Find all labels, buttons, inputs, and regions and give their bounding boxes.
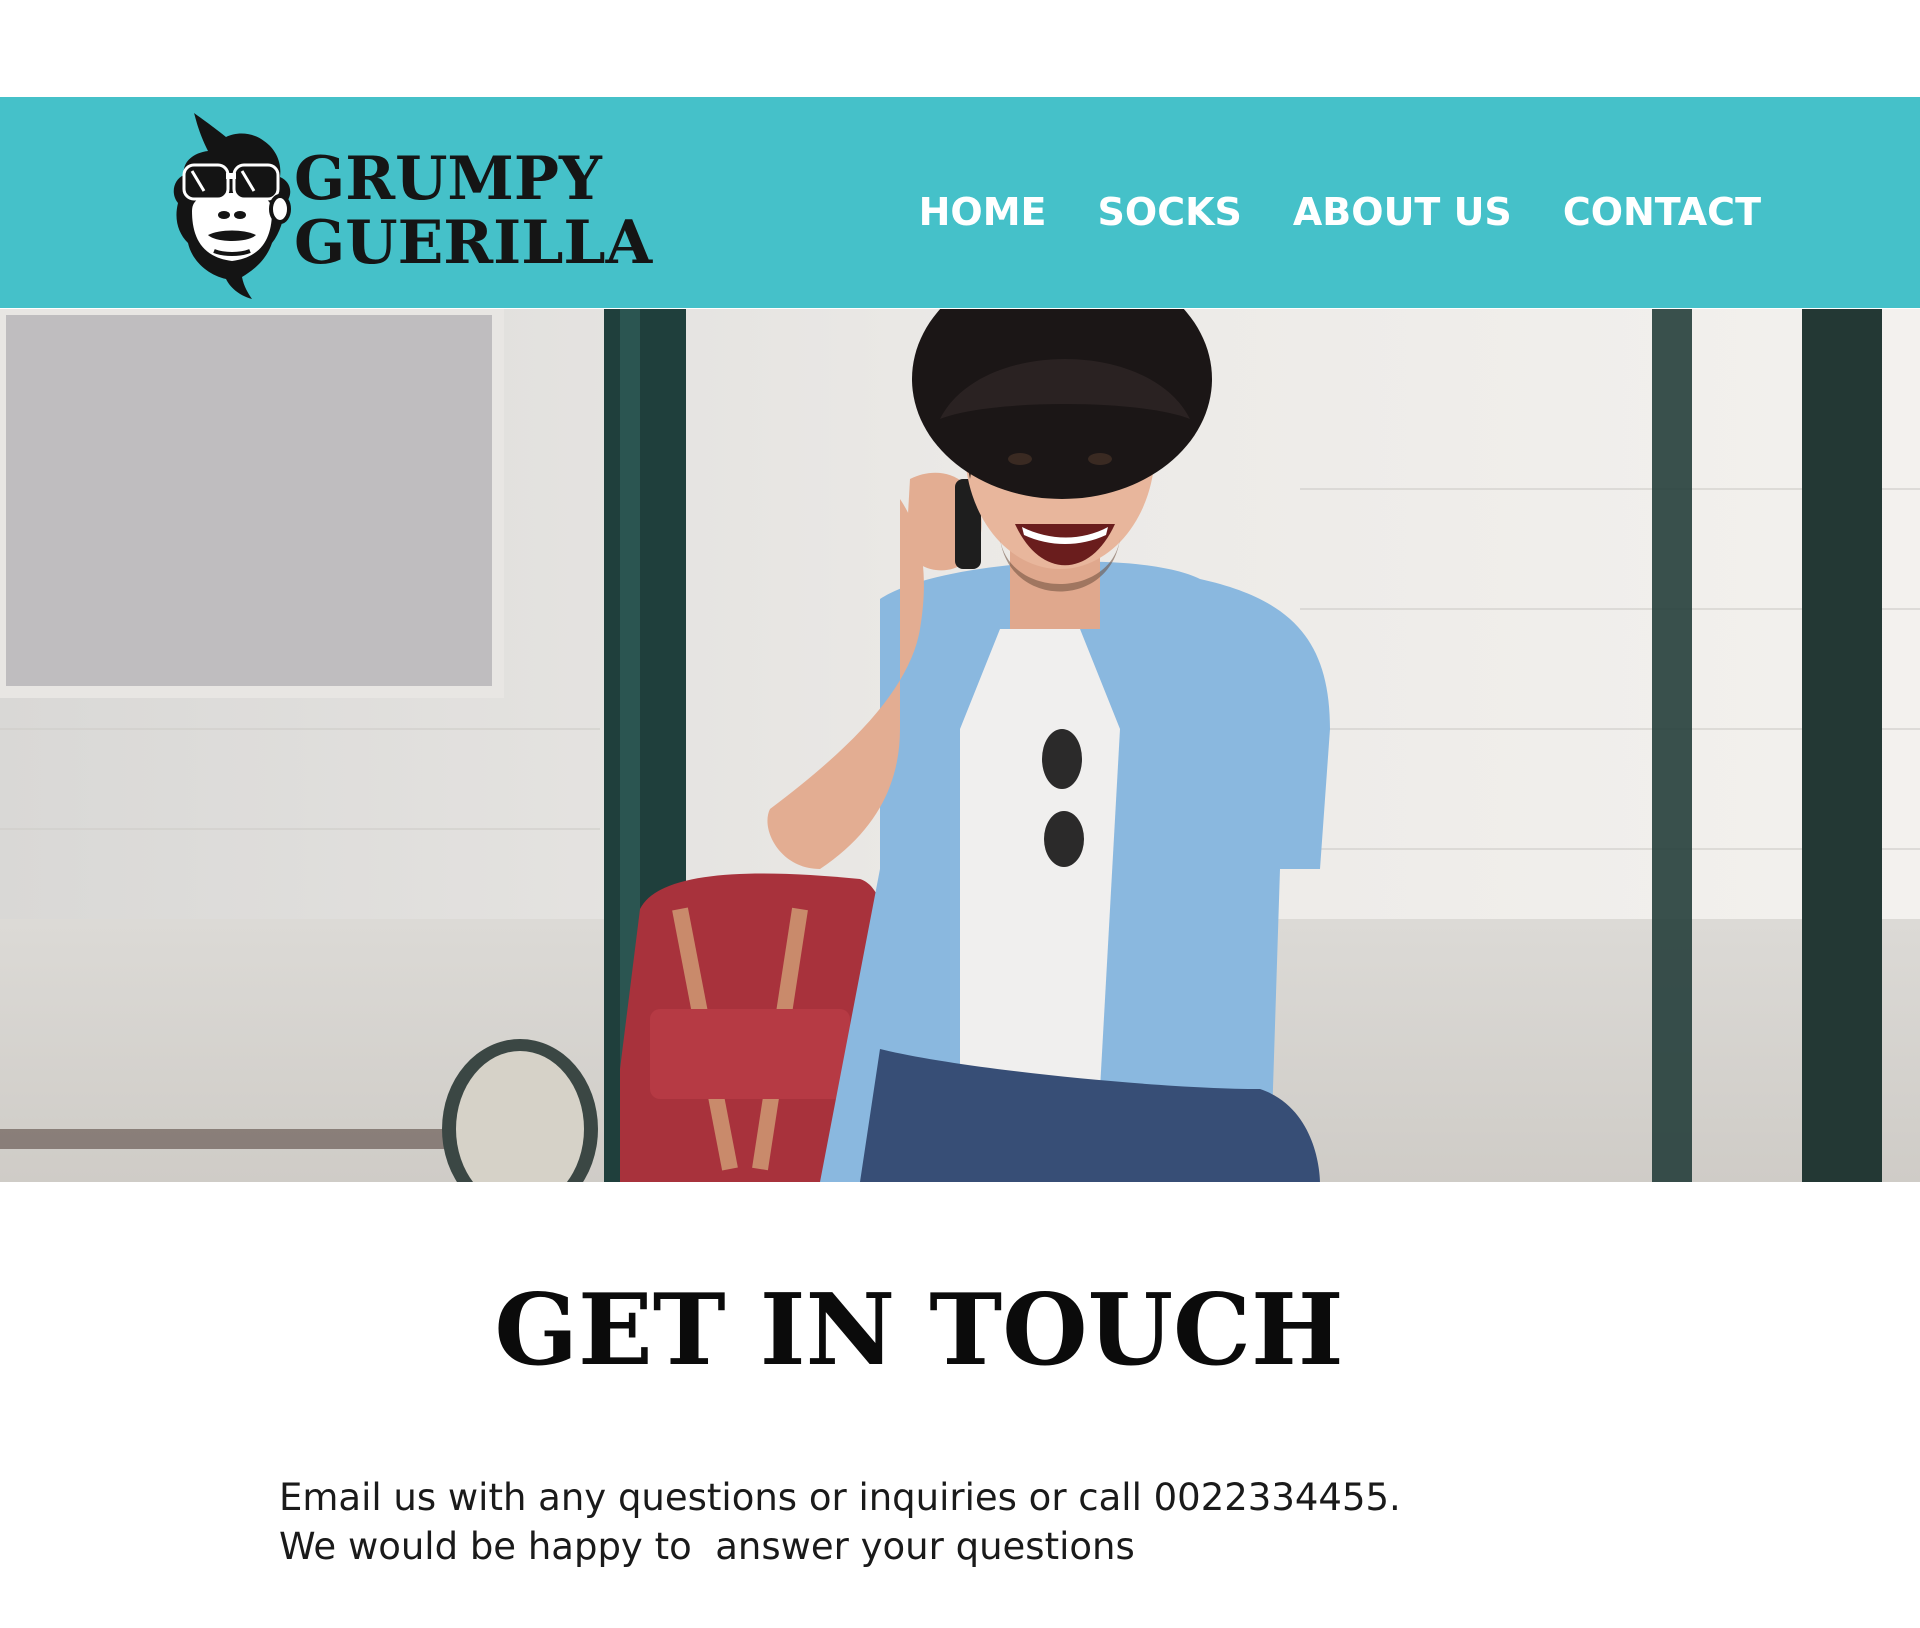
nav-about-us-link[interactable]: ABOUT US: [1293, 187, 1512, 237]
contact-line-1: Email us with any questions or inquiries…: [279, 1476, 1401, 1519]
nav-socks-link[interactable]: SOCKS: [1098, 187, 1242, 237]
contact-line-2: We would be happy to answer your questio…: [279, 1525, 1135, 1568]
brand-name: GRUMPY GUERILLA: [294, 147, 652, 275]
gorilla-sunglasses-icon: [173, 113, 291, 299]
nav-contact-link[interactable]: CONTACT: [1563, 187, 1761, 237]
brand-logo[interactable]: GRUMPY GUERILLA: [168, 111, 658, 301]
hero-image: [0, 309, 1920, 1182]
site-header: GRUMPY GUERILLA HOME SOCKS ABOUT US CONT…: [0, 97, 1920, 308]
contact-description: Email us with any questions or inquiries…: [279, 1473, 1679, 1571]
main-nav: HOME SOCKS ABOUT US CONTACT: [868, 187, 1761, 237]
page-title: GET IN TOUCH: [494, 1273, 1344, 1388]
brand-line-1: GRUMPY: [294, 144, 602, 214]
nav-home-link[interactable]: HOME: [919, 187, 1047, 237]
brand-line-2: GUERILLA: [294, 208, 653, 278]
hero-photo: [0, 309, 1920, 1182]
